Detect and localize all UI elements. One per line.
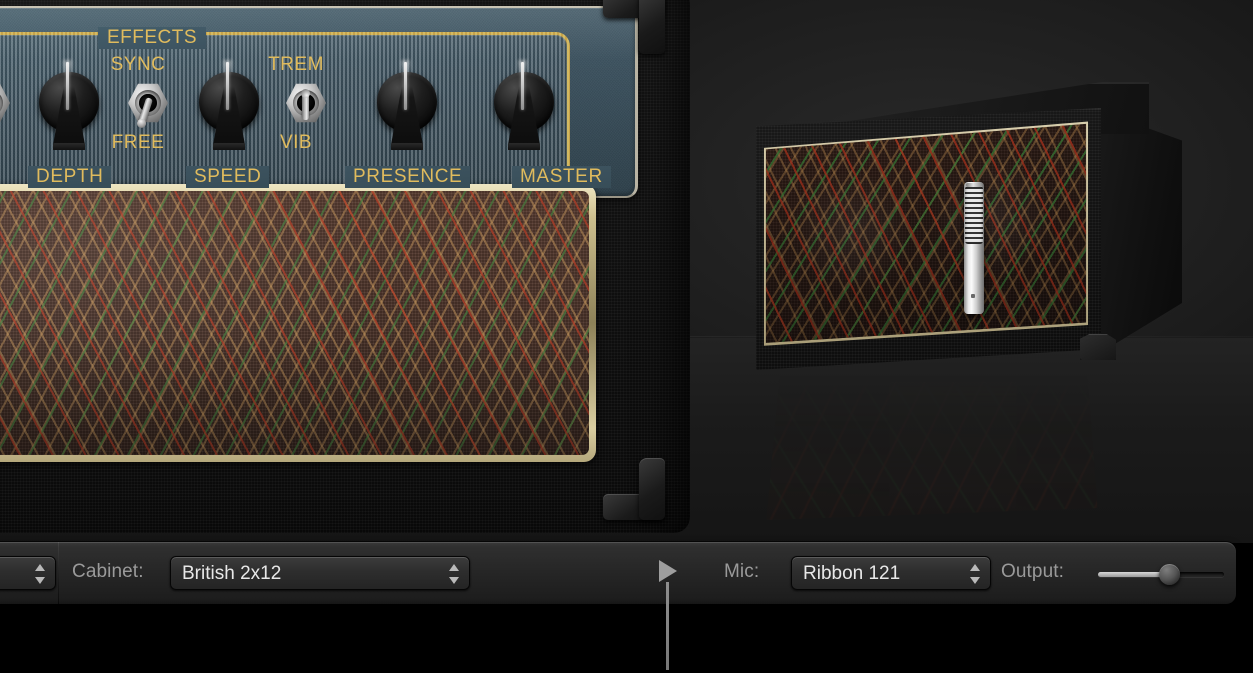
trem-vib-switch[interactable] xyxy=(283,80,329,126)
sync-free-switch[interactable] xyxy=(125,80,171,126)
mic-value: Ribbon 121 xyxy=(803,563,901,584)
knob-pointer-icon xyxy=(66,62,69,110)
amp-control-panel: EFFECTS ON OFF SYNC xyxy=(0,6,638,200)
knob-pointer-icon xyxy=(226,62,229,110)
amp-model-popup[interactable] xyxy=(0,556,56,590)
knob-label-master: MASTER xyxy=(512,166,611,188)
switch-label-sync: SYNC xyxy=(110,54,166,75)
cabinet-stepper-icon[interactable] xyxy=(449,564,460,584)
switch-label-vib: VIB xyxy=(279,132,313,153)
amp-head-grille xyxy=(0,184,596,462)
cabinet-side-panel xyxy=(1092,108,1182,358)
bar-divider-1 xyxy=(58,542,59,604)
knob-pointer-icon xyxy=(404,62,407,110)
knob-pointer-icon xyxy=(521,62,524,110)
cabinet-reflection xyxy=(756,370,1101,520)
cabinet-label: Cabinet: xyxy=(72,561,144,582)
cabinet-grille-cloth xyxy=(765,123,1087,343)
amp-head[interactable]: EFFECTS ON OFF SYNC xyxy=(0,0,690,533)
mic-popup[interactable]: Ribbon 121 xyxy=(791,556,991,590)
corner-protector-top-right xyxy=(603,0,665,54)
knob-label-speed: SPEED xyxy=(186,166,270,188)
switch-label-off: OFF xyxy=(0,132,25,154)
playhead-stem xyxy=(666,582,669,670)
output-slider[interactable] xyxy=(1098,559,1224,589)
mic-top-cap xyxy=(966,183,982,187)
cabinet-foot xyxy=(1080,334,1116,360)
bottom-control-bar: Cabinet: British 2x12 Mic: Ribbon 121 Ou… xyxy=(0,542,1236,604)
amp-model-stepper-icon[interactable] xyxy=(35,564,46,584)
play-triangle-icon xyxy=(659,560,677,582)
effects-section-label: EFFECTS xyxy=(98,27,207,49)
master-knob[interactable] xyxy=(490,58,558,150)
cabinet-grille-frame xyxy=(763,121,1089,346)
microphone[interactable] xyxy=(961,182,987,314)
knob-label-row: DEPTH SPEED PRESENCE MASTER xyxy=(0,166,611,190)
switch-label-trem: TREM xyxy=(268,54,324,75)
knob-label-depth: DEPTH xyxy=(28,166,112,188)
amp-designer-stage: EFFECTS ON OFF SYNC xyxy=(0,0,1253,673)
mic-grille-icon xyxy=(965,186,983,244)
output-label: Output: xyxy=(1001,561,1065,582)
toggle-lever-icon xyxy=(302,94,309,120)
mic-logo-dot xyxy=(971,294,975,298)
presence-knob[interactable] xyxy=(373,58,441,150)
grille-cloth-texture xyxy=(0,191,589,455)
cabinet-popup[interactable]: British 2x12 xyxy=(170,556,470,590)
cabinet-value: British 2x12 xyxy=(182,563,282,584)
switch-label-on: ON xyxy=(0,54,25,76)
playhead-marker[interactable] xyxy=(655,560,685,670)
amp-head-grille-opening xyxy=(0,191,589,455)
mic-label: Mic: xyxy=(724,561,760,582)
speaker-cabinet[interactable] xyxy=(740,82,1210,372)
effects-on-off-switch[interactable] xyxy=(0,80,13,126)
output-slider-fill xyxy=(1098,572,1169,577)
switch-label-free: FREE xyxy=(111,132,165,153)
mic-stepper-icon[interactable] xyxy=(970,564,981,584)
corner-protector-bottom-right xyxy=(603,458,665,520)
knob-label-presence: PRESENCE xyxy=(345,166,471,188)
output-slider-thumb[interactable] xyxy=(1158,564,1180,585)
